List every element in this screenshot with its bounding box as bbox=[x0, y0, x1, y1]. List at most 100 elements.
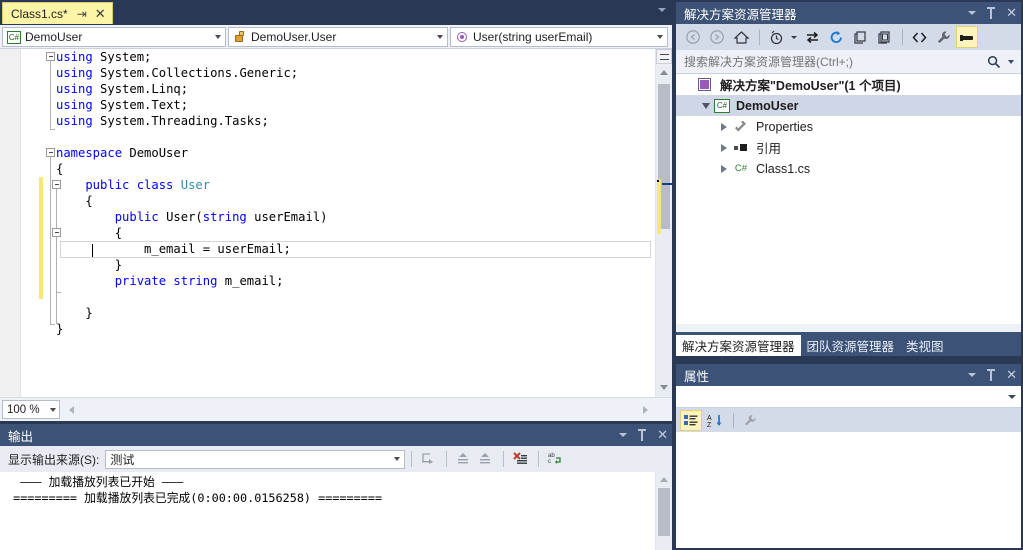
categorized-button[interactable] bbox=[680, 409, 702, 431]
project-type-value: DemoUser bbox=[25, 30, 83, 44]
output-panel-title: 输出 bbox=[8, 429, 34, 444]
toggle-word-wrap-button[interactable]: ab c bbox=[546, 449, 566, 469]
output-panel-header: 输出 ✕ bbox=[0, 424, 672, 446]
close-icon[interactable]: ✕ bbox=[1006, 6, 1017, 19]
pending-changes-filter-button[interactable] bbox=[765, 26, 787, 48]
home-button[interactable] bbox=[730, 26, 752, 48]
scroll-up-arrow-icon[interactable] bbox=[656, 65, 672, 81]
unsaved-change-bar bbox=[39, 177, 43, 299]
properties-toolbar: A Z bbox=[676, 408, 1021, 432]
preview-selected-items-button[interactable] bbox=[956, 26, 978, 48]
pin-icon[interactable] bbox=[986, 7, 996, 19]
properties-object-dropdown[interactable] bbox=[676, 386, 1021, 408]
property-pages-button[interactable] bbox=[739, 410, 761, 431]
find-message-source-button[interactable] bbox=[419, 449, 439, 469]
outline-guide-tick bbox=[50, 129, 55, 130]
chevron-down-icon[interactable] bbox=[1005, 51, 1017, 73]
alphabetical-button[interactable]: A Z bbox=[704, 410, 726, 431]
chevron-down-icon[interactable] bbox=[658, 8, 666, 12]
class-dropdown[interactable]: DemoUser.User bbox=[228, 27, 448, 47]
svg-text:c: c bbox=[548, 459, 551, 465]
go-to-previous-message-button[interactable] bbox=[454, 449, 474, 469]
collapse-all-button[interactable] bbox=[849, 26, 871, 48]
panel-tab-2[interactable]: 类视图 bbox=[900, 335, 950, 356]
chevron-down-icon[interactable] bbox=[1003, 394, 1021, 399]
outline-guide-line bbox=[50, 61, 51, 129]
back-button[interactable] bbox=[682, 26, 704, 48]
chevron-down-icon[interactable] bbox=[211, 28, 225, 46]
code-text[interactable]: using System; using System.Collections.Ge… bbox=[56, 49, 656, 337]
output-toolbar: 显示输出来源(S): 测试 ab c bbox=[0, 446, 672, 472]
tree-item-0[interactable]: 解决方案"DemoUser"(1 个项目) bbox=[676, 74, 1021, 95]
member-dropdown[interactable]: User(string userEmail) bbox=[450, 27, 668, 47]
show-all-files-button[interactable] bbox=[873, 26, 895, 48]
search-input[interactable] bbox=[682, 53, 983, 70]
editor-indicator-margin[interactable] bbox=[0, 49, 21, 397]
expander-collapse-icon[interactable] bbox=[698, 95, 714, 116]
close-icon[interactable]: ✕ bbox=[657, 428, 668, 441]
tree-item-3[interactable]: 引用 bbox=[676, 137, 1021, 158]
scroll-right-arrow-icon[interactable] bbox=[638, 401, 654, 418]
csharp-project-icon: C# bbox=[7, 30, 21, 44]
chevron-down-icon[interactable] bbox=[968, 373, 977, 377]
code-line: public class User bbox=[56, 178, 211, 192]
output-text-area[interactable]: ——— 加载播放列表已开始 ——— ========= 加载播放列表已完成(0:… bbox=[0, 472, 672, 550]
split-view-icon[interactable] bbox=[656, 49, 672, 64]
chevron-down-icon[interactable] bbox=[46, 407, 59, 412]
chevron-down-icon[interactable] bbox=[390, 457, 404, 461]
zoom-level-dropdown[interactable]: 100 % bbox=[2, 400, 60, 419]
pin-icon[interactable] bbox=[637, 429, 647, 441]
refresh-button[interactable] bbox=[825, 26, 847, 48]
outline-collapse-namespace[interactable] bbox=[46, 148, 55, 157]
code-line: private string m_email; bbox=[56, 274, 284, 288]
scrollbar-thumb[interactable] bbox=[658, 488, 670, 536]
editor-region: Class1.cs* ⇥ ✕ C# DemoUser DemoUser.User… bbox=[0, 0, 672, 421]
output-line: ——— 加载播放列表已开始 ——— bbox=[6, 475, 184, 489]
chevron-down-icon[interactable] bbox=[653, 28, 667, 46]
go-to-next-message-button[interactable] bbox=[476, 449, 496, 469]
outline-guide-tick bbox=[50, 324, 55, 325]
pin-icon[interactable] bbox=[986, 369, 996, 381]
scroll-up-arrow-icon[interactable] bbox=[656, 472, 672, 486]
tree-item-2[interactable]: Properties bbox=[676, 116, 1021, 137]
close-icon[interactable]: ✕ bbox=[1006, 368, 1017, 381]
editor-horizontal-scrollbar[interactable] bbox=[80, 401, 636, 418]
solution-explorer-header: 解决方案资源管理器 ✕ bbox=[676, 2, 1021, 24]
output-source-dropdown[interactable]: 测试 bbox=[105, 449, 406, 469]
scroll-down-arrow-icon[interactable] bbox=[656, 380, 672, 396]
forward-button[interactable] bbox=[706, 26, 728, 48]
chevron-down-icon[interactable] bbox=[619, 433, 628, 437]
sync-with-active-document-button[interactable] bbox=[801, 26, 823, 48]
tree-item-label: 解决方案"DemoUser"(1 个项目) bbox=[720, 79, 901, 93]
editor-vertical-scrollbar[interactable] bbox=[655, 49, 672, 397]
view-code-button[interactable] bbox=[908, 26, 930, 48]
navigation-bar: C# DemoUser DemoUser.User User(string us… bbox=[0, 25, 672, 49]
properties-button[interactable] bbox=[932, 26, 954, 48]
close-icon[interactable]: ✕ bbox=[95, 7, 106, 20]
panel-tab-0[interactable]: 解决方案资源管理器 bbox=[676, 335, 801, 356]
search-icon[interactable] bbox=[983, 51, 1005, 73]
code-line: } bbox=[56, 258, 123, 272]
project-type-dropdown[interactable]: C# DemoUser bbox=[2, 27, 226, 47]
properties-grid[interactable] bbox=[676, 432, 1021, 548]
solution-tree[interactable]: 解决方案"DemoUser"(1 个项目) C# DemoUser Propertie… bbox=[676, 74, 1021, 324]
pin-icon[interactable]: ⇥ bbox=[77, 8, 87, 20]
chevron-down-icon[interactable] bbox=[968, 11, 977, 15]
document-tab-class1[interactable]: Class1.cs* ⇥ ✕ bbox=[2, 2, 113, 24]
output-vertical-scrollbar[interactable] bbox=[655, 472, 672, 550]
expander-expand-icon[interactable] bbox=[716, 137, 732, 158]
tree-item-1[interactable]: C# DemoUser bbox=[676, 95, 1021, 116]
scroll-left-arrow-icon[interactable] bbox=[64, 401, 80, 418]
references-icon bbox=[732, 140, 750, 156]
expander-expand-icon[interactable] bbox=[716, 116, 732, 137]
tree-item-4[interactable]: C# Class1.cs bbox=[676, 158, 1021, 179]
panel-tab-1[interactable]: 团队资源管理器 bbox=[801, 335, 901, 356]
tree-item-label: Properties bbox=[756, 119, 813, 134]
solution-explorer-search-row[interactable] bbox=[676, 50, 1021, 74]
outline-collapse-usings[interactable] bbox=[46, 52, 55, 61]
expander-expand-icon[interactable] bbox=[716, 158, 732, 179]
pending-changes-dropdown-arrow[interactable] bbox=[789, 26, 799, 48]
code-editor-surface[interactable]: using System; using System.Collections.Ge… bbox=[0, 49, 672, 397]
chevron-down-icon[interactable] bbox=[433, 28, 447, 46]
clear-all-button[interactable] bbox=[511, 449, 531, 469]
